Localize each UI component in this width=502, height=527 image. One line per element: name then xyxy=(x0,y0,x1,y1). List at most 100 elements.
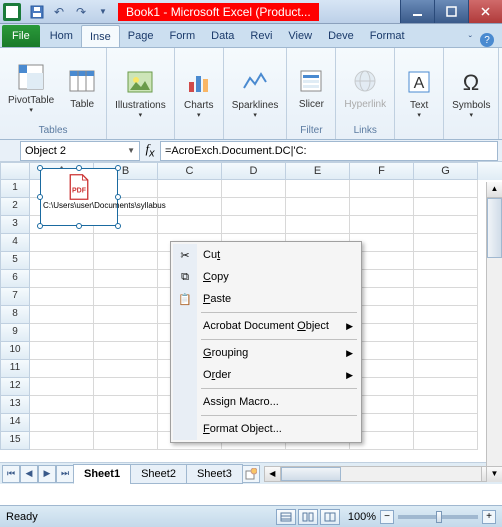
resize-handle[interactable] xyxy=(115,223,121,229)
sparklines-button[interactable]: Sparklines▾ xyxy=(228,64,283,121)
row-header[interactable]: 15 xyxy=(0,432,30,450)
view-page-layout-icon[interactable] xyxy=(298,509,318,525)
row-header[interactable]: 10 xyxy=(0,342,30,360)
menu-grouping[interactable]: Grouping▶ xyxy=(173,342,359,364)
menu-format[interactable]: Format Object... xyxy=(173,418,359,440)
tab-deve[interactable]: Deve xyxy=(320,25,362,47)
row-header[interactable]: 9 xyxy=(0,324,30,342)
cell[interactable] xyxy=(94,270,158,288)
minimize-button[interactable] xyxy=(400,0,434,23)
pivottable-button[interactable]: PivotTable▾ xyxy=(4,59,58,116)
menu-order[interactable]: Order▶ xyxy=(173,364,359,386)
cell[interactable] xyxy=(30,360,94,378)
cell[interactable] xyxy=(158,216,222,234)
cell[interactable] xyxy=(158,198,222,216)
zoom-in-button[interactable]: + xyxy=(482,510,496,524)
column-header[interactable]: C xyxy=(158,162,222,180)
menu-cut[interactable]: ✂Cut xyxy=(173,244,359,266)
cell[interactable] xyxy=(414,234,478,252)
cell[interactable] xyxy=(414,180,478,198)
help-icon[interactable]: ? xyxy=(480,33,494,47)
row-header[interactable]: 2 xyxy=(0,198,30,216)
cell[interactable] xyxy=(94,396,158,414)
sheet-nav-first-icon[interactable]: ⏮ xyxy=(2,465,20,483)
insert-sheet-icon[interactable] xyxy=(242,465,260,483)
cell[interactable] xyxy=(414,360,478,378)
column-header[interactable]: D xyxy=(222,162,286,180)
cell[interactable] xyxy=(94,432,158,450)
cell[interactable] xyxy=(222,180,286,198)
row-header[interactable]: 3 xyxy=(0,216,30,234)
table-button[interactable]: Table xyxy=(62,63,102,112)
cell[interactable] xyxy=(30,342,94,360)
horizontal-scrollbar[interactable]: ◀ ▶ xyxy=(264,466,498,482)
resize-handle[interactable] xyxy=(115,165,121,171)
cell[interactable] xyxy=(94,378,158,396)
tab-data[interactable]: Data xyxy=(203,25,242,47)
resize-handle[interactable] xyxy=(76,223,82,229)
cell[interactable] xyxy=(350,198,414,216)
sheet-nav-prev-icon[interactable]: ◀ xyxy=(20,465,38,483)
row-header[interactable]: 4 xyxy=(0,234,30,252)
sheet-nav-next-icon[interactable]: ▶ xyxy=(38,465,56,483)
cell[interactable] xyxy=(414,324,478,342)
cell[interactable] xyxy=(94,414,158,432)
minimize-ribbon-icon[interactable]: ˇ xyxy=(469,35,472,46)
row-header[interactable]: 11 xyxy=(0,360,30,378)
row-header[interactable]: 13 xyxy=(0,396,30,414)
cell[interactable] xyxy=(158,180,222,198)
row-header[interactable]: 6 xyxy=(0,270,30,288)
close-button[interactable] xyxy=(468,0,502,23)
tab-hom[interactable]: Hom xyxy=(42,25,81,47)
menu-macro[interactable]: Assign Macro... xyxy=(173,391,359,413)
file-tab[interactable]: File xyxy=(2,25,40,47)
cell[interactable] xyxy=(30,288,94,306)
scroll-down-icon[interactable]: ▼ xyxy=(487,466,502,482)
resize-handle[interactable] xyxy=(37,223,43,229)
sheet-nav-last-icon[interactable]: ⏭ xyxy=(56,465,74,483)
charts-button[interactable]: Charts▾ xyxy=(179,64,219,121)
tab-format[interactable]: Format xyxy=(362,25,413,47)
cell[interactable] xyxy=(94,342,158,360)
zoom-thumb[interactable] xyxy=(436,511,442,523)
resize-handle[interactable] xyxy=(37,165,43,171)
column-header[interactable]: G xyxy=(414,162,478,180)
tab-form[interactable]: Form xyxy=(161,25,203,47)
cell[interactable] xyxy=(350,180,414,198)
cell[interactable] xyxy=(350,216,414,234)
view-normal-icon[interactable] xyxy=(276,509,296,525)
resize-handle[interactable] xyxy=(37,194,43,200)
sheet-tab[interactable]: Sheet2 xyxy=(130,464,187,484)
view-page-break-icon[interactable] xyxy=(320,509,340,525)
cell[interactable] xyxy=(30,306,94,324)
illustrations-button[interactable]: Illustrations▾ xyxy=(111,64,170,121)
cell[interactable] xyxy=(414,288,478,306)
row-header[interactable]: 5 xyxy=(0,252,30,270)
row-header[interactable]: 14 xyxy=(0,414,30,432)
cell[interactable] xyxy=(414,432,478,450)
cell[interactable] xyxy=(94,324,158,342)
cell[interactable] xyxy=(414,306,478,324)
cell[interactable] xyxy=(94,360,158,378)
cell[interactable] xyxy=(30,252,94,270)
qat-dropdown-icon[interactable]: ▼ xyxy=(94,3,112,21)
scroll-thumb[interactable] xyxy=(281,467,341,481)
cell[interactable] xyxy=(30,234,94,252)
cell[interactable] xyxy=(30,324,94,342)
cell[interactable] xyxy=(30,396,94,414)
select-all-corner[interactable] xyxy=(0,162,30,180)
cell[interactable] xyxy=(94,234,158,252)
vertical-scrollbar[interactable]: ▲ ▼ xyxy=(486,182,502,482)
cell[interactable] xyxy=(414,342,478,360)
text-button[interactable]: AText▾ xyxy=(399,64,439,121)
cell[interactable] xyxy=(286,180,350,198)
name-box[interactable]: Object 2 ▼ xyxy=(20,141,140,161)
cell[interactable] xyxy=(414,378,478,396)
column-header[interactable]: F xyxy=(350,162,414,180)
fx-icon[interactable]: fx xyxy=(140,141,160,160)
cell[interactable] xyxy=(414,414,478,432)
cell[interactable] xyxy=(414,216,478,234)
undo-icon[interactable]: ↶ xyxy=(50,3,68,21)
embedded-object[interactable]: PDF C:\Users\user\Documents\syllabus xyxy=(40,168,118,226)
scroll-up-icon[interactable]: ▲ xyxy=(487,182,502,198)
